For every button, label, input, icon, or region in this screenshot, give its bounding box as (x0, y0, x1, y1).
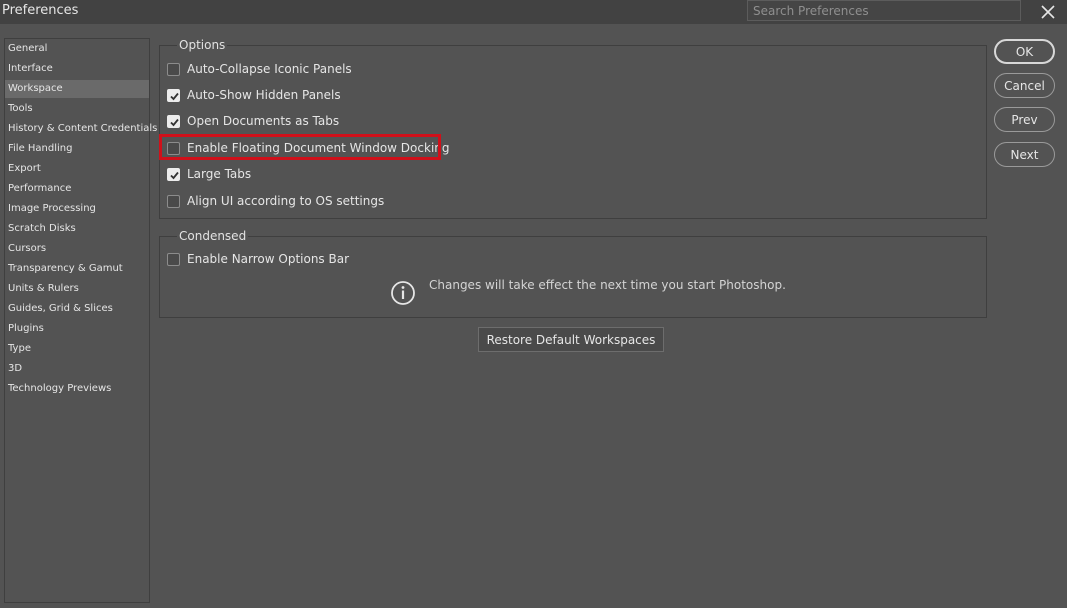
sidebar-item-workspace[interactable]: Workspace (5, 80, 149, 98)
next-button[interactable]: Next (994, 142, 1055, 167)
sidebar-item-3d[interactable]: 3D (5, 360, 149, 378)
sidebar-item-plugins[interactable]: Plugins (5, 320, 149, 338)
sidebar-item-label: General (8, 43, 48, 54)
checkbox-label: Open Documents as Tabs (187, 114, 340, 128)
sidebar-item-label: Interface (8, 63, 53, 74)
sidebar-item-transparency-gamut[interactable]: Transparency & Gamut (5, 260, 149, 278)
sidebar-item-label: Workspace (8, 83, 63, 94)
sidebar-item-cursors[interactable]: Cursors (5, 240, 149, 258)
condensed-group (159, 236, 987, 318)
checkbox-checked (167, 114, 180, 128)
sidebar-item-history-content-credentials[interactable]: History & Content Credentials (5, 120, 157, 138)
sidebar-item-tools[interactable]: Tools (5, 100, 149, 118)
checkbox-unchecked (167, 194, 180, 208)
info-icon (390, 280, 416, 310)
checkmark-icon (170, 118, 179, 126)
ok-button[interactable]: OK (994, 39, 1055, 64)
sidebar-item-label: Export (8, 163, 41, 174)
open-documents-as-tabs-checkbox[interactable]: Open Documents as Tabs (167, 112, 339, 130)
sidebar-item-label: Type (8, 343, 31, 354)
sidebar-item-file-handling[interactable]: File Handling (5, 140, 149, 158)
sidebar-item-label: Scratch Disks (8, 223, 76, 234)
sidebar-item-performance[interactable]: Performance (5, 180, 149, 198)
sidebar-item-label: Guides, Grid & Slices (8, 303, 113, 314)
large-tabs-checkbox[interactable]: Large Tabs (167, 165, 251, 183)
preferences-sidebar: General Interface Workspace Tools Histor… (4, 38, 157, 603)
sidebar-item-label: Image Processing (8, 203, 96, 214)
auto-collapse-iconic-panels-checkbox[interactable]: Auto-Collapse Iconic Panels (167, 60, 352, 78)
sidebar-item-scratch-disks[interactable]: Scratch Disks (5, 220, 149, 238)
checkbox-checked (167, 88, 180, 102)
checkbox-label: Large Tabs (187, 167, 252, 181)
sidebar-item-label: Tools (8, 103, 33, 114)
search-preferences-input[interactable] (747, 0, 1021, 21)
checkbox-label: Auto-Collapse Iconic Panels (187, 62, 352, 76)
sidebar-item-guides-grid-slices[interactable]: Guides, Grid & Slices (5, 300, 149, 318)
sidebar-item-type[interactable]: Type (5, 340, 149, 358)
restart-info-text: Changes will take effect the next time y… (429, 278, 786, 292)
sidebar-item-interface[interactable]: Interface (5, 60, 149, 78)
sidebar-item-image-processing[interactable]: Image Processing (5, 200, 149, 218)
restore-default-workspaces-button[interactable]: Restore Default Workspaces (478, 327, 664, 352)
title-bar: Preferences (0, 0, 1067, 24)
prev-button[interactable]: Prev (994, 107, 1055, 132)
condensed-group-title: Condensed (177, 229, 249, 243)
checkbox-unchecked (167, 62, 180, 76)
cancel-button[interactable]: Cancel (994, 73, 1055, 98)
close-button[interactable] (1038, 2, 1058, 22)
enable-narrow-options-bar-checkbox[interactable]: Enable Narrow Options Bar (167, 250, 349, 268)
sidebar-item-export[interactable]: Export (5, 160, 149, 178)
checkbox-unchecked (167, 252, 180, 266)
highlight-box (159, 134, 441, 160)
sidebar-item-label: History & Content Credentials (8, 123, 158, 134)
sidebar-item-label: Cursors (8, 243, 47, 254)
align-ui-os-settings-checkbox[interactable]: Align UI according to OS settings (167, 192, 384, 210)
sidebar-item-units-rulers[interactable]: Units & Rulers (5, 280, 149, 298)
sidebar-item-technology-previews[interactable]: Technology Previews (5, 380, 149, 398)
window-title: Preferences (2, 3, 79, 18)
sidebar-item-label: Transparency & Gamut (8, 263, 123, 274)
sidebar-item-label: File Handling (8, 143, 73, 154)
preferences-dialog: Preferences General Interface Workspace … (0, 0, 1067, 608)
checkbox-checked (167, 167, 180, 181)
sidebar-item-label: 3D (8, 363, 23, 374)
sidebar-item-general[interactable]: General (5, 40, 149, 58)
checkmark-icon (170, 92, 179, 100)
checkbox-label: Enable Narrow Options Bar (187, 252, 350, 266)
sidebar-item-label: Units & Rulers (8, 283, 79, 294)
checkbox-label: Align UI according to OS settings (187, 194, 385, 208)
sidebar-item-label: Technology Previews (8, 383, 112, 394)
auto-show-hidden-panels-checkbox[interactable]: Auto-Show Hidden Panels (167, 86, 341, 104)
options-group-title: Options (177, 38, 228, 52)
sidebar-item-label: Plugins (8, 323, 44, 334)
close-icon (1041, 5, 1055, 19)
checkbox-label: Auto-Show Hidden Panels (187, 88, 341, 102)
sidebar-item-label: Performance (8, 183, 72, 194)
checkmark-icon (170, 171, 179, 179)
